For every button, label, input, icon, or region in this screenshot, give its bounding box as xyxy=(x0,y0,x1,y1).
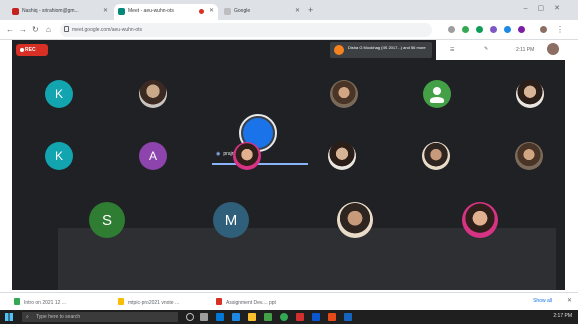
folder-icon[interactable] xyxy=(248,313,256,321)
lock-icon xyxy=(64,26,69,32)
download-item[interactable]: Assignment Dev.... ppt xyxy=(216,298,276,306)
recording-badge: REC xyxy=(16,44,48,56)
participant-photo[interactable] xyxy=(139,80,167,108)
app-icon[interactable] xyxy=(344,313,352,321)
extension-icon[interactable] xyxy=(462,26,469,33)
profile-avatar[interactable] xyxy=(540,26,547,33)
participant-photo[interactable] xyxy=(516,80,544,108)
window-controls[interactable]: –▢✕ xyxy=(524,4,570,12)
browser-tab-google[interactable]: Google ✕ xyxy=(220,4,304,20)
browser-tab-gmail[interactable]: Nashiq - srirahiom@gm... ✕ xyxy=(8,4,112,20)
chat-icon[interactable]: ✎ xyxy=(484,46,488,52)
participants-icon[interactable]: ☰ xyxy=(450,47,454,53)
close-tab-icon[interactable]: ✕ xyxy=(103,7,108,14)
powerpoint-icon[interactable] xyxy=(328,313,336,321)
meet-video-grid: REC Disha G Mookhag (IIS 2017...) and 56… xyxy=(12,40,565,292)
task-view-icon[interactable] xyxy=(200,313,208,321)
tab-label: Meet - aeu-wuhn-ots xyxy=(128,8,174,14)
active-speaker-indicator xyxy=(212,163,308,165)
file-icon xyxy=(14,298,20,305)
browser-tab-strip: Nashiq - srirahiom@gm... ✕ Meet - aeu-wu… xyxy=(0,0,578,20)
windows-taskbar: ⌕ Type here to search 2:17 PM xyxy=(0,310,578,324)
excel-icon[interactable] xyxy=(264,313,272,321)
search-icon: ⌕ xyxy=(26,314,29,320)
participant-initial: M xyxy=(224,211,238,229)
meet-icon xyxy=(118,8,125,15)
address-bar[interactable]: meet.google.com/aeu-wuhn-ots xyxy=(60,23,432,37)
participant-photo[interactable] xyxy=(515,142,543,170)
new-tab-button[interactable]: + xyxy=(308,5,313,15)
participant-initial: S xyxy=(101,211,112,229)
file-icon xyxy=(118,298,124,305)
participant-initial: K xyxy=(54,87,63,101)
extension-icon[interactable] xyxy=(504,26,511,33)
gmail-icon xyxy=(12,8,19,15)
extension-icon[interactable] xyxy=(476,26,483,33)
participant-photo[interactable] xyxy=(462,202,498,238)
reload-icon[interactable]: ↻ xyxy=(32,25,39,34)
more-menu-icon[interactable]: ⋮ xyxy=(556,25,564,34)
address-bar-row: ← → ↻ ⌂ meet.google.com/aeu-wuhn-ots ⋮ xyxy=(0,20,578,40)
avatar xyxy=(334,45,344,55)
participant-photo[interactable] xyxy=(233,142,261,170)
close-icon[interactable]: ✕ xyxy=(567,297,572,304)
chrome-icon[interactable] xyxy=(280,313,288,321)
participant-tile[interactable]: K xyxy=(45,142,73,170)
participant-initial: K xyxy=(54,149,63,163)
participant-initial: A xyxy=(148,149,157,163)
participant-photo[interactable] xyxy=(422,142,450,170)
participant-tile[interactable]: K xyxy=(45,80,73,108)
extension-icon[interactable] xyxy=(490,26,497,33)
google-icon xyxy=(224,8,231,15)
participant-tile[interactable]: M xyxy=(213,202,249,238)
browser-tab-meet[interactable]: Meet - aeu-wuhn-ots ✕ xyxy=(114,4,218,20)
cortana-icon[interactable] xyxy=(186,313,194,321)
default-avatar-icon[interactable] xyxy=(423,80,451,108)
screen: Nashiq - srirahiom@gm... ✕ Meet - aeu-wu… xyxy=(0,0,578,324)
home-icon[interactable]: ⌂ xyxy=(46,25,51,34)
app-icon[interactable] xyxy=(296,313,304,321)
word-icon[interactable] xyxy=(312,313,320,321)
forward-icon[interactable]: → xyxy=(19,25,27,34)
mic-icon: ◉ xyxy=(216,151,221,157)
extension-icon[interactable] xyxy=(518,26,525,33)
recording-dot-icon xyxy=(199,9,204,14)
download-item[interactable]: mtpic-pro2021 vnote ... xyxy=(118,298,179,306)
tab-label: Nashiq - srirahiom@gm... xyxy=(22,8,79,14)
taskbar-search-box[interactable]: ⌕ Type here to search xyxy=(22,312,178,322)
edge-icon[interactable] xyxy=(216,313,224,321)
participant-photo[interactable] xyxy=(330,80,358,108)
participant-tile[interactable]: S xyxy=(89,202,125,238)
store-icon[interactable] xyxy=(232,313,240,321)
participant-photo[interactable] xyxy=(337,202,373,238)
close-tab-icon[interactable]: ✕ xyxy=(209,7,214,14)
participant-photo[interactable] xyxy=(328,142,356,170)
meeting-top-panel: ☰ ✎ 2:11 PM xyxy=(436,40,565,60)
extension-icon[interactable] xyxy=(448,26,455,33)
show-all-downloads-link[interactable]: Show all xyxy=(533,298,552,304)
meeting-time: 2:11 PM xyxy=(516,47,535,53)
tab-label: Google xyxy=(234,8,251,14)
search-placeholder: Type here to search xyxy=(36,314,81,320)
close-tab-icon[interactable]: ✕ xyxy=(295,7,300,14)
self-avatar xyxy=(547,43,559,55)
windows-start-icon[interactable] xyxy=(5,313,13,321)
downloads-bar: Intro on 2021 12 ... mtpic-pro2021 vnote… xyxy=(0,292,578,310)
file-icon xyxy=(216,298,222,305)
back-icon[interactable]: ← xyxy=(6,25,14,34)
url-text: meet.google.com/aeu-wuhn-ots xyxy=(72,27,143,33)
participant-tile[interactable]: A xyxy=(139,142,167,170)
download-item[interactable]: Intro on 2021 12 ... xyxy=(14,298,66,306)
system-tray-clock: 2:17 PM xyxy=(553,313,572,319)
notice-text: Disha G Mookhag (IIS 2017...) and 56 mor… xyxy=(348,45,426,50)
participant-join-notice: Disha G Mookhag (IIS 2017...) and 56 mor… xyxy=(330,42,432,58)
